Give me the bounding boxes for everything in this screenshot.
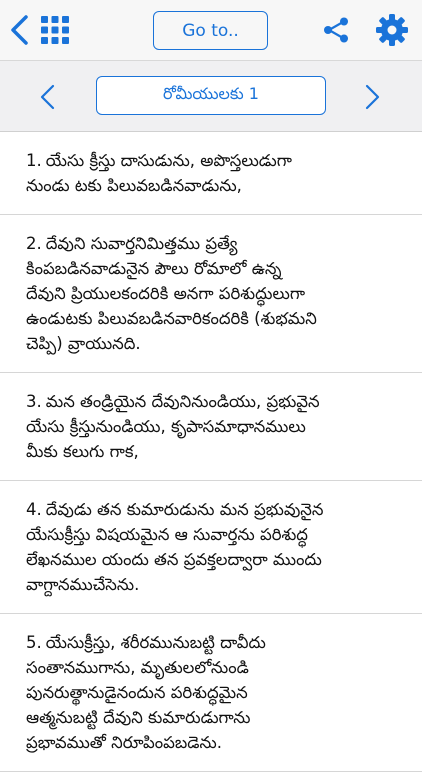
verse-line: నుండు టకు పిలువబడినవాడును, [26,176,242,195]
verse-text: మన తండ్రియైన దేవునినుండియు, ప్రభువైన [45,392,320,411]
verse-row[interactable]: 4. దేవుడు తన కుమారుడును మన ప్రభువునైన యేసు… [0,481,422,614]
verse-line: ఉండుటకు పిలువబడినవారికందరికి (శుభమని [26,309,317,328]
verse-row[interactable]: 2. దేవుని సువార్తనిమిత్తము ప్రత్యే కింపబడి… [0,215,422,373]
verse-line: 3. మన తండ్రియైన దేవునినుండియు, ప్రభువైన [26,389,402,414]
settings-button[interactable] [375,13,409,47]
previous-chapter-button[interactable] [38,83,58,111]
chevron-left-icon [40,84,55,110]
share-icon [324,17,348,43]
back-button[interactable] [8,14,30,46]
chapter-nav-bar: రోమీయులకు 1 [0,61,422,132]
verse-line: 2. దేవుని సువార్తనిమిత్తము ప్రత్యే [26,231,402,256]
verse-row[interactable]: 3. మన తండ్రియైన దేవునినుండియు, ప్రభువైన యే… [0,373,422,481]
verse-row[interactable]: 1. యేసు క్రీస్తు దాసుడును, అపొస్తలుడుగా ను… [0,132,422,215]
chevron-left-icon [11,15,28,45]
verse-line: 5. యేసుక్రీస్తు, శరీరమునుబట్టి దావీదు [26,630,402,655]
chapter-selector[interactable]: రోమీయులకు 1 [96,76,326,115]
next-chapter-button[interactable] [362,83,382,111]
verse-line: వాగ్దానముచేసెను. [26,575,140,594]
verse-text: యేసు క్రీస్తు దాసుడును, అపొస్తలుడుగా [45,151,292,170]
verse-text: దేవుడు తన కుమారుడును మన ప్రభువునైన [45,500,324,519]
top-toolbar: Go to.. [0,0,422,61]
verse-line: మీకు కలుగు గాక, [26,442,139,461]
verse-number: 2. [26,234,42,253]
verse-text: యేసుక్రీస్తు, శరీరమునుబట్టి దావీదు [45,633,266,652]
verse-line: చెప్పి) వ్రాయునది. [26,334,141,353]
verse-row[interactable]: 5. యేసుక్రీస్తు, శరీరమునుబట్టి దావీదు సంతా… [0,614,422,772]
verse-line: ప్రభావముతో నిరూపింపబడెను. [26,733,222,752]
share-button[interactable] [322,16,350,44]
verse-number: 1. [26,151,42,170]
verse-line: కింపబడినవాడునైన పౌలు రోమాలో ఉన్న [26,259,282,278]
gear-icon [376,14,408,46]
verse-list: 1. యేసు క్రీస్తు దాసుడును, అపొస్తలుడుగా ను… [0,132,422,772]
verse-number: 3. [26,392,42,411]
verse-line: 4. దేవుడు తన కుమారుడును మన ప్రభువునైన [26,497,402,522]
verse-number: 5. [26,633,42,652]
verse-text: దేవుని సువార్తనిమిత్తము ప్రత్యే [45,234,238,253]
grid-menu-button[interactable] [40,15,70,45]
verse-line: 1. యేసు క్రీస్తు దాసుడును, అపొస్తలుడుగా [26,148,402,173]
chevron-right-icon [365,84,380,110]
goto-button[interactable]: Go to.. [153,11,268,50]
verse-line: యేసుక్రీస్తు విషయమైన ఆ సువార్తను పరిశుద్… [26,525,308,544]
grid-icon [41,16,69,44]
verse-line: లేఖనముల యందు తన ప్రవక్తలద్వారా ముందు [26,550,322,569]
verse-line: యేసు క్రీస్తునుండియు, కృపాసమాధానములు [26,417,306,436]
verse-line: సంతానముగాను, మృతులలోనుండి [26,658,249,677]
verse-line: ఆత్మనుబట్టి దేవుని కుమారుడుగాను [26,708,251,727]
verse-line: పునరుత్థానుడైనందున పరిశుద్ధమైన [26,683,248,702]
verse-line: దేవుని ప్రియులకందరికి అనగా పరిశుద్ధులుగా [26,284,306,303]
verse-number: 4. [26,500,42,519]
